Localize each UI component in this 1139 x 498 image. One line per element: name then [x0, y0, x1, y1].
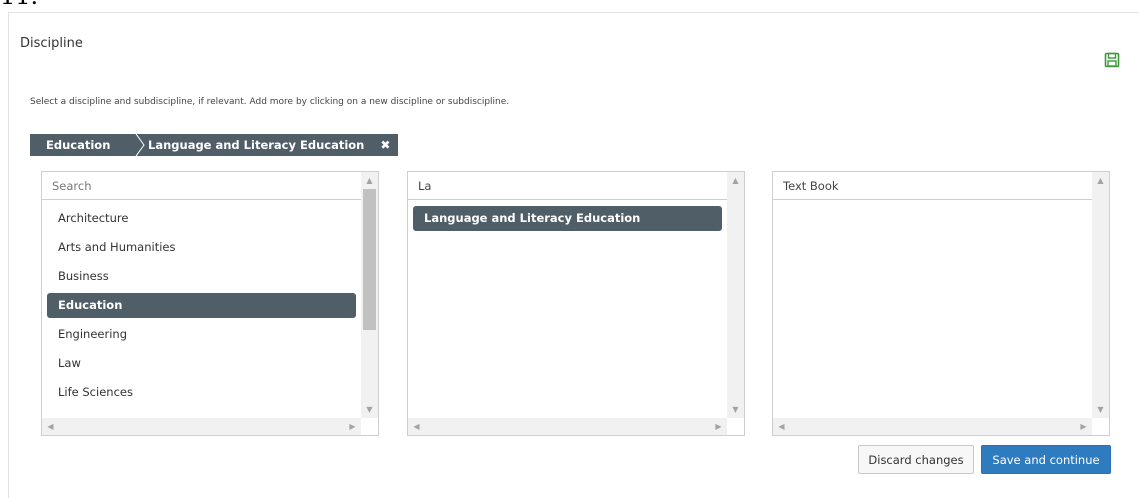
scroll-up-icon[interactable]: ▲: [361, 172, 378, 189]
discipline-list-panel: Architecture Arts and Humanities Busines…: [41, 171, 379, 436]
discard-changes-button[interactable]: Discard changes: [858, 445, 974, 474]
scroll-right-icon[interactable]: ▶: [710, 418, 727, 435]
list-item-language-and-literacy-education[interactable]: Language and Literacy Education: [413, 206, 722, 231]
list-item-law[interactable]: Law: [47, 351, 356, 376]
section-title: Discipline: [20, 36, 83, 51]
vertical-scrollbar[interactable]: ▲ ▼: [361, 172, 378, 418]
scroll-down-icon[interactable]: ▼: [361, 401, 378, 418]
topic-list-panel: ▲ ▼ ◀ ▶: [772, 171, 1110, 436]
breadcrumb-item-label: Language and Literacy Education: [148, 138, 365, 152]
instructions-text: Select a discipline and subdiscipline, i…: [30, 97, 510, 107]
list-item-business[interactable]: Business: [47, 264, 356, 289]
breadcrumb: Education Language and Literacy Educatio…: [30, 134, 399, 156]
list-item-architecture[interactable]: Architecture: [47, 206, 356, 231]
close-icon[interactable]: ✖: [380, 134, 390, 156]
scroll-left-icon[interactable]: ◀: [42, 418, 59, 435]
topic-search-input[interactable]: [773, 172, 1092, 200]
breadcrumb-item-subdiscipline[interactable]: Language and Literacy Education ✖: [142, 134, 398, 156]
horizontal-scrollbar[interactable]: ◀ ▶: [773, 418, 1092, 435]
scrollbar-corner: [727, 418, 744, 435]
scroll-down-icon[interactable]: ▼: [1092, 401, 1109, 418]
scroll-up-icon[interactable]: ▲: [727, 172, 744, 189]
vertical-scrollbar[interactable]: ▲ ▼: [1092, 172, 1109, 418]
scrollbar-corner: [361, 418, 378, 435]
scrollbar-thumb[interactable]: [363, 189, 376, 331]
page-fragment-text: 11.: [0, 0, 38, 8]
vertical-scrollbar[interactable]: ▲ ▼: [727, 172, 744, 418]
subdiscipline-search-input[interactable]: [408, 172, 727, 200]
list-item-arts-and-humanities[interactable]: Arts and Humanities: [47, 235, 356, 260]
scroll-down-icon[interactable]: ▼: [727, 401, 744, 418]
discipline-list: Architecture Arts and Humanities Busines…: [42, 206, 361, 409]
scroll-right-icon[interactable]: ▶: [344, 418, 361, 435]
scroll-right-icon[interactable]: ▶: [1075, 418, 1092, 435]
subdiscipline-list: Language and Literacy Education: [408, 206, 727, 235]
scroll-up-icon[interactable]: ▲: [1092, 172, 1109, 189]
scroll-left-icon[interactable]: ◀: [408, 418, 425, 435]
list-item-life-sciences[interactable]: Life Sciences: [47, 380, 356, 405]
list-item-education[interactable]: Education: [47, 293, 356, 318]
floppy-disk-icon[interactable]: [1104, 52, 1120, 68]
horizontal-scrollbar[interactable]: ◀ ▶: [42, 418, 361, 435]
list-item-engineering[interactable]: Engineering: [47, 322, 356, 347]
scroll-left-icon[interactable]: ◀: [773, 418, 790, 435]
breadcrumb-item-discipline[interactable]: Education: [30, 134, 142, 156]
horizontal-scrollbar[interactable]: ◀ ▶: [408, 418, 727, 435]
save-and-continue-button[interactable]: Save and continue: [981, 445, 1111, 474]
subdiscipline-list-panel: Language and Literacy Education ▲ ▼ ◀ ▶: [407, 171, 745, 436]
scrollbar-corner: [1092, 418, 1109, 435]
discipline-search-input[interactable]: [42, 172, 361, 200]
